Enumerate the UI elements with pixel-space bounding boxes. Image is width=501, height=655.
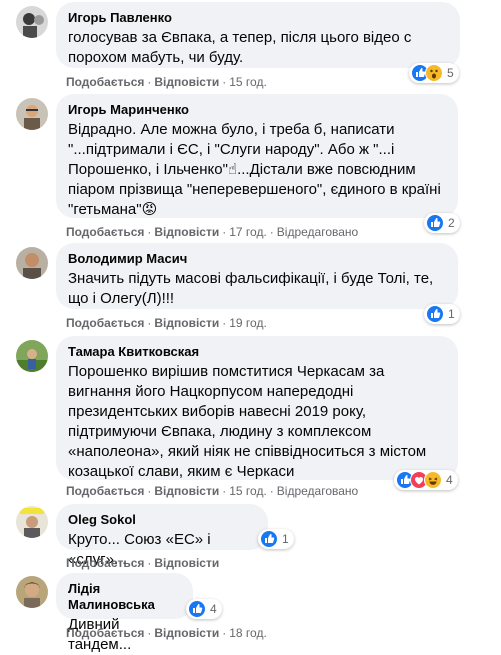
reply-link[interactable]: Відповісти <box>154 556 219 570</box>
reaction-summary[interactable]: 1 <box>258 529 294 549</box>
reply-link[interactable]: Відповісти <box>154 316 219 330</box>
reaction-summary[interactable]: 2 <box>424 213 460 233</box>
comment-actions: Подобається · Відповісти · 19 год. <box>66 316 267 330</box>
comment-actions: Подобається · Відповісти <box>66 556 220 570</box>
timestamp[interactable]: 18 год. <box>229 626 267 640</box>
timestamp[interactable]: 15 год. <box>229 75 267 89</box>
like-icon <box>426 305 444 323</box>
comment-bubble: Игорь Маринченко Відрадно. Але можна бул… <box>56 94 458 218</box>
reaction-count: 5 <box>447 66 454 80</box>
reaction-summary[interactable]: 4 <box>394 470 458 490</box>
like-icon <box>188 600 206 618</box>
like-link[interactable]: Подобається <box>66 225 144 239</box>
avatar[interactable] <box>16 247 48 279</box>
wow-icon <box>425 64 443 82</box>
like-link[interactable]: Подобається <box>66 556 144 570</box>
reply-link[interactable]: Відповісти <box>154 484 219 498</box>
comment-actions: Подобається · Відповісти · 18 год. <box>66 626 267 640</box>
timestamp[interactable]: 19 год. <box>229 316 267 330</box>
comment-text: голосував за Євпака, а тепер, після цьог… <box>68 29 412 66</box>
reaction-summary[interactable]: 4 <box>186 599 222 619</box>
reply-link[interactable]: Відповісти <box>154 75 219 89</box>
reaction-summary[interactable]: 5 <box>409 63 459 83</box>
comment-bubble: Володимир Масич Значить підуть масові фа… <box>56 243 458 309</box>
reaction-summary[interactable]: 1 <box>424 304 460 324</box>
avatar[interactable] <box>16 576 48 608</box>
comment-text: Значить підуть масові фальсифікації, і б… <box>68 270 434 307</box>
comment-actions: Подобається · Відповісти · 15 год. <box>66 75 267 89</box>
reaction-count: 1 <box>282 532 289 546</box>
like-icon <box>426 214 444 232</box>
comment-author[interactable]: Тамара Квитковская <box>68 344 446 360</box>
comment-author[interactable]: Oleg Sokol <box>68 512 256 528</box>
reaction-count: 4 <box>210 602 217 616</box>
haha-icon <box>424 471 442 489</box>
avatar[interactable] <box>16 6 48 38</box>
like-link[interactable]: Подобається <box>66 316 144 330</box>
like-icon <box>260 530 278 548</box>
like-link[interactable]: Подобається <box>66 484 144 498</box>
like-link[interactable]: Подобається <box>66 75 144 89</box>
timestamp[interactable]: 17 год. <box>229 225 267 239</box>
comment-actions: Подобається · Відповісти · 17 год. · Відредаго… <box>66 225 359 239</box>
comment-author[interactable]: Игорь Маринченко <box>68 102 446 118</box>
edited-label[interactable]: Відредаговано <box>277 484 358 498</box>
reaction-count: 4 <box>446 473 453 487</box>
comment-bubble: Игорь Павленко голосував за Євпака, а те… <box>56 2 460 68</box>
comment-author[interactable]: Володимир Масич <box>68 251 446 267</box>
avatar[interactable] <box>16 506 48 538</box>
reply-link[interactable]: Відповісти <box>154 225 219 239</box>
comment-bubble: Лідія Малиновська Дивний тандем... <box>56 573 193 653</box>
reaction-count: 1 <box>448 307 455 321</box>
comment-text: Порошенко вирішив помститися Черкасам за… <box>68 363 427 480</box>
comment-text: Відрадно. Але можна було, і треба б, нап… <box>68 121 441 218</box>
avatar[interactable] <box>16 98 48 130</box>
comment-actions: Подобається · Відповісти · 15 год. · Відредаго… <box>66 484 359 498</box>
comment-author[interactable]: Лідія Малиновська <box>68 581 181 613</box>
comment-author[interactable]: Игорь Павленко <box>68 10 448 26</box>
avatar[interactable] <box>16 340 48 372</box>
reaction-count: 2 <box>448 216 455 230</box>
like-link[interactable]: Подобається <box>66 626 144 640</box>
timestamp[interactable]: 15 год. <box>229 484 267 498</box>
reply-link[interactable]: Відповісти <box>154 626 219 640</box>
comment-bubble: Тамара Квитковская Порошенко вирішив пом… <box>56 336 458 480</box>
edited-label[interactable]: Відредаговано <box>277 225 358 239</box>
comment-bubble: Oleg Sokol Круто... Союз «ЕС» і «слуг»..… <box>56 504 268 568</box>
